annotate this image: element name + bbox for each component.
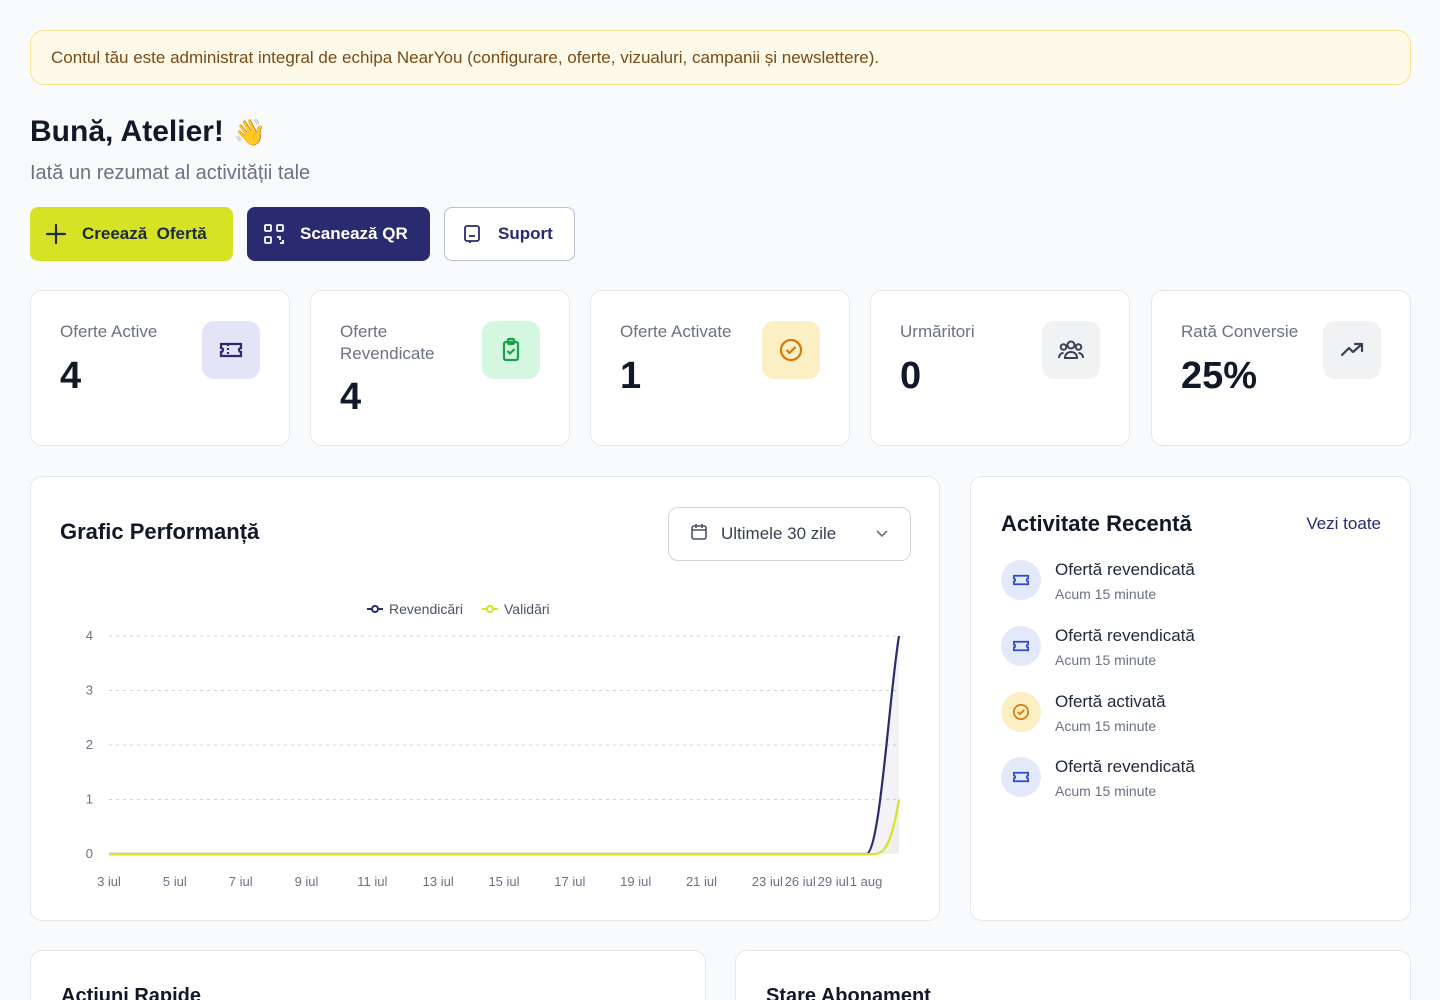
quick-actions-card: Acțiuni Rapide xyxy=(30,950,706,1000)
legend-marker xyxy=(371,605,379,613)
stat-value: 4 xyxy=(340,376,362,418)
subscription-status-title: Stare Abonament xyxy=(766,985,931,1000)
users-icon xyxy=(1042,321,1100,379)
x-tick-label: 19 iul xyxy=(620,874,651,889)
series-area-validari xyxy=(109,799,899,855)
managed-account-notice: Contul tău este administrat integral de … xyxy=(30,30,1411,85)
activity-item-time: Acum 15 minute xyxy=(1055,783,1157,799)
series-line-validari xyxy=(109,799,901,856)
legend-marker xyxy=(486,605,494,613)
y-tick-label: 1 xyxy=(86,792,93,807)
y-tick-label: 4 xyxy=(86,628,93,643)
y-tick-label: 0 xyxy=(86,846,93,861)
stat-label: Oferte Active xyxy=(60,322,158,341)
stat-label: Oferte Activate xyxy=(620,322,732,341)
x-tick-label: 21 iul xyxy=(686,874,717,889)
clipboard-check-icon xyxy=(482,321,540,379)
stat-card-conversion-rate: Rată Conversie 25% xyxy=(1151,290,1411,446)
stat-value: 25% xyxy=(1181,355,1258,397)
performance-line-chart: 0 1 2 3 4 3 iul 5 iul 7 iul 9 iul 11 iul 13 iul 15 … xyxy=(86,601,901,889)
performance-chart-card: Grafic Performanță Ultimele 30 zile 0123… xyxy=(30,476,940,921)
x-tick-label: 9 iul xyxy=(295,874,319,889)
page-title: Bună, Atelier! xyxy=(30,115,224,148)
stat-label: Oferte Revendicate xyxy=(340,322,435,363)
circle-check-icon xyxy=(762,321,820,379)
activity-title: Activitate Recentă xyxy=(1001,511,1192,536)
x-tick-label: 15 iul xyxy=(488,874,519,889)
activity-item[interactable]: Ofertă activată Acum 15 minute xyxy=(1001,692,1381,744)
action-bar: Creează Ofertă Scanează QR Suport xyxy=(30,207,575,261)
support-chat-icon xyxy=(460,222,484,246)
page-subtitle: Iată un rezumat al activității tale xyxy=(30,162,311,184)
x-tick-label: 5 iul xyxy=(163,874,187,889)
stat-card-followers: Urmăritori 0 xyxy=(870,290,1130,446)
support-label: Suport xyxy=(498,224,553,243)
activity-item-time: Acum 15 minute xyxy=(1055,586,1157,602)
stat-label: Urmăritori xyxy=(900,322,975,341)
stat-card-activated-offers: Oferte Activate 1 xyxy=(590,290,850,446)
greeting: Bună, Atelier! 👋 xyxy=(30,115,266,149)
stat-card-active-offers: Oferte Active 4 xyxy=(30,290,290,446)
x-tick-label: 29 iul xyxy=(818,874,849,889)
x-tick-label: 11 iul xyxy=(357,874,387,889)
activity-item-title: Ofertă activată xyxy=(1055,692,1166,711)
y-tick-label: 3 xyxy=(86,683,93,698)
activity-item-time: Acum 15 minute xyxy=(1055,652,1157,668)
recent-activity-card: Activitate Recentă Vezi toate Ofertă rev… xyxy=(970,476,1411,921)
stat-value: 0 xyxy=(900,355,922,397)
ticket-icon xyxy=(1001,560,1041,600)
legend-label: Revendicări xyxy=(389,601,463,617)
stat-label: Rată Conversie xyxy=(1181,322,1299,341)
x-tick-label: 26 iul xyxy=(785,874,816,889)
circle-check-icon xyxy=(1001,692,1041,732)
create-offer-label: Creează Ofertă xyxy=(82,224,207,243)
qr-code-icon xyxy=(262,222,286,246)
stat-value: 1 xyxy=(620,355,642,397)
quick-actions-title: Acțiuni Rapide xyxy=(61,985,202,1000)
waving-hand-icon: 👋 xyxy=(233,116,267,147)
create-offer-button[interactable]: Creează Ofertă xyxy=(30,207,233,261)
plus-icon xyxy=(44,222,68,246)
ticket-icon xyxy=(1001,757,1041,797)
stat-value: 4 xyxy=(60,355,82,397)
scan-qr-button[interactable]: Scanează QR xyxy=(247,207,430,261)
notice-text: Contul tău este administrat integral de … xyxy=(51,47,880,67)
scan-qr-label: Scanează QR xyxy=(300,224,408,243)
y-tick-label: 2 xyxy=(86,737,93,752)
ticket-icon xyxy=(1001,626,1041,666)
trend-up-icon xyxy=(1323,321,1381,379)
activity-item-title: Ofertă revendicată xyxy=(1055,626,1195,645)
subscription-status-card: Stare Abonament xyxy=(735,950,1411,1000)
x-tick-label: 1 aug xyxy=(850,874,883,889)
activity-item[interactable]: Ofertă revendicată Acum 15 minute xyxy=(1001,560,1381,612)
x-tick-label: 13 iul xyxy=(423,874,454,889)
activity-item-title: Ofertă revendicată xyxy=(1055,757,1195,776)
ticket-icon xyxy=(202,321,260,379)
activity-item-title: Ofertă revendicată xyxy=(1055,560,1195,579)
activity-item[interactable]: Ofertă revendicată Acum 15 minute xyxy=(1001,757,1381,809)
x-tick-label: 17 iul xyxy=(554,874,585,889)
x-tick-label: 3 iul xyxy=(97,874,121,889)
legend-label: Validări xyxy=(504,601,550,617)
stat-card-claimed-offers: Oferte Revendicate 4 xyxy=(310,290,570,446)
activity-item[interactable]: Ofertă revendicată Acum 15 minute xyxy=(1001,626,1381,678)
x-tick-label: 7 iul xyxy=(229,874,253,889)
support-button[interactable]: Suport xyxy=(444,207,575,261)
x-tick-label: 23 iul xyxy=(752,874,783,889)
activity-item-time: Acum 15 minute xyxy=(1055,718,1157,734)
view-all-link[interactable]: Vezi toate xyxy=(1306,514,1381,534)
